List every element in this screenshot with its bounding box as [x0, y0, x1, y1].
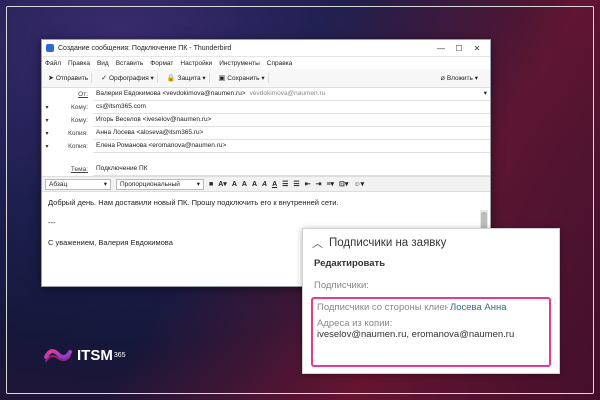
- font-select[interactable]: Пропорциональный ▾: [116, 178, 204, 190]
- menu-help[interactable]: Справка: [267, 60, 293, 67]
- to-field-2[interactable]: Игорь Веселов <iveselov@naumen.ru>: [93, 114, 490, 127]
- from-row: От: Валерия Евдокимова <vevdokimova@naum…: [42, 88, 490, 101]
- smaller-font-icon[interactable]: A: [232, 181, 237, 188]
- save-button[interactable]: ▣ Сохранить ▾: [216, 73, 269, 83]
- menu-file[interactable]: Файл: [45, 60, 61, 67]
- close-button[interactable]: ✕: [468, 44, 486, 53]
- font-size-icon[interactable]: A▾: [218, 180, 227, 188]
- chevron-down-icon: ▾: [472, 75, 478, 82]
- client-subscribers-label: Подписчики со стороны клиента:: [317, 302, 463, 313]
- outdent-icon[interactable]: ⇤: [305, 180, 311, 188]
- from-value: Валерия Евдокимова <vevdokimova@naumen.r…: [96, 90, 246, 97]
- minimize-button[interactable]: —: [432, 44, 450, 53]
- insert-icon[interactable]: ⊡▾: [339, 180, 348, 188]
- chevron-down-icon[interactable]: ▾: [42, 130, 52, 137]
- text-color-icon[interactable]: ■: [209, 181, 213, 188]
- to-field-1[interactable]: cs@itsm365.com: [93, 101, 490, 114]
- chevron-down-icon[interactable]: ▾: [42, 117, 52, 124]
- toolbar: ➤ Отправить ✓ Орфография ▾ 🔒 Защита ▾ ▣ …: [42, 69, 490, 88]
- window-title: Создание сообщения: Подключение ПК - Thu…: [58, 44, 232, 52]
- chevron-up-icon[interactable]: ︿: [312, 235, 323, 251]
- save-icon: ▣: [218, 75, 226, 82]
- subscribers-panel: ︿ Подписчики на заявку Редактировать Под…: [302, 228, 560, 374]
- send-icon: ➤: [48, 75, 54, 82]
- chevron-down-icon[interactable]: ▾: [42, 104, 52, 111]
- cc-label: Копия:: [68, 143, 88, 150]
- bullet-list-icon[interactable]: ☰: [282, 180, 288, 188]
- underline-icon[interactable]: A: [272, 181, 277, 188]
- panel-header[interactable]: ︿ Подписчики на заявку: [303, 229, 559, 251]
- spelling-button[interactable]: ✓ Орфография ▾: [98, 73, 158, 83]
- align-icon[interactable]: ≡▾: [326, 180, 334, 188]
- cc-label: Копия:: [68, 130, 88, 137]
- title-bar: Создание сообщения: Подключение ПК - Thu…: [42, 40, 490, 57]
- edit-link[interactable]: Редактировать: [303, 251, 559, 269]
- indent-icon[interactable]: ⇥: [316, 180, 322, 188]
- menu-format[interactable]: Формат: [150, 60, 173, 67]
- numbered-list-icon[interactable]: ☰: [293, 180, 299, 188]
- to-label: Кому:: [71, 117, 88, 124]
- cc-row-1: ▾ Копия: Анна Лосева <aloseva@itsm365.ru…: [42, 127, 490, 140]
- menu-edit[interactable]: Правка: [68, 60, 90, 67]
- italic-icon[interactable]: A: [262, 181, 267, 188]
- chevron-down-icon: ▾: [200, 75, 206, 82]
- chevron-down-icon: ▾: [196, 180, 200, 188]
- from-label: От:: [78, 91, 88, 98]
- body-line-1: Добрый день. Нам доставили новый ПК. Про…: [48, 198, 339, 207]
- menu-bar: Файл Правка Вид Вставить Формат Настройк…: [42, 57, 490, 69]
- chevron-down-icon: ▾: [259, 75, 265, 82]
- logo-mark-icon: [43, 345, 73, 365]
- to-row-2: ▾ Кому: Игорь Веселов <iveselov@naumen.r…: [42, 114, 490, 127]
- cc-field-2[interactable]: Елена Романова <eromanova@naumen.ru>: [93, 140, 490, 153]
- logo-text: ITSM: [77, 346, 113, 364]
- maximize-button[interactable]: ☐: [450, 44, 468, 53]
- bold-icon[interactable]: A: [252, 181, 257, 188]
- itsm365-logo: ITSM 365: [43, 345, 126, 365]
- menu-insert[interactable]: Вставить: [116, 60, 144, 67]
- save-label: Сохранить: [227, 74, 260, 82]
- subject-field[interactable]: Подключение ПК: [93, 163, 490, 176]
- font-select-value: Пропорциональный: [120, 180, 180, 188]
- send-button[interactable]: ➤ Отправить: [45, 73, 93, 83]
- paragraph-select-value: Абзац: [49, 180, 68, 188]
- larger-font-icon[interactable]: A: [242, 181, 247, 188]
- spelling-label: Орфография: [108, 74, 149, 82]
- menu-settings[interactable]: Настройки: [180, 60, 212, 67]
- paragraph-select[interactable]: Абзац ▾: [45, 178, 111, 190]
- cc-field-1[interactable]: Анна Лосева <aloseva@itsm365.ru>: [93, 127, 490, 140]
- format-toolbar: Абзац ▾ Пропорциональный ▾ ■ A▾ A A A A …: [42, 176, 490, 192]
- send-label: Отправить: [55, 74, 89, 82]
- subject-row: Тема: Подключение ПК: [42, 162, 490, 176]
- chevron-down-icon: ▾: [148, 75, 154, 82]
- security-button[interactable]: 🔒 Защита ▾: [164, 73, 210, 83]
- copy-addresses-label: Адреса из копии:: [317, 318, 393, 329]
- client-subscribers-row: Подписчики со стороны клиента:: [317, 302, 545, 313]
- menu-tools[interactable]: Инструменты: [219, 60, 260, 67]
- copy-addresses-value: iveselov@naumen.ru, eromanova@naumen.ru: [317, 329, 515, 340]
- chevron-down-icon: ▾: [103, 180, 107, 188]
- to-row-1: ▾ Кому: cs@itsm365.com: [42, 101, 490, 114]
- emoji-icon[interactable]: ☺▾: [353, 180, 364, 188]
- security-label: Защита: [177, 74, 201, 82]
- to-label: Кому:: [71, 104, 88, 111]
- logo-superscript: 365: [113, 351, 126, 359]
- thunderbird-icon: [46, 44, 54, 52]
- from-field[interactable]: Валерия Евдокимова <vevdokimova@naumen.r…: [93, 88, 490, 101]
- attach-button[interactable]: ⌀ Вложить ▾: [438, 73, 481, 83]
- panel-title: Подписчики на заявку: [329, 237, 447, 249]
- chevron-down-icon[interactable]: ▾: [484, 88, 487, 100]
- paperclip-icon: ⌀: [440, 75, 445, 82]
- spellcheck-icon: ✓: [101, 75, 107, 82]
- highlight-box: Подписчики со стороны клиента: Адреса из…: [311, 297, 551, 367]
- attach-label: Вложить: [446, 74, 473, 82]
- body-signature-separator: ---: [48, 218, 56, 227]
- client-subscriber-link[interactable]: Лосева Анна: [448, 302, 507, 313]
- menu-view[interactable]: Вид: [97, 60, 109, 67]
- lock-icon: 🔒: [166, 75, 176, 82]
- chevron-down-icon[interactable]: ▾: [42, 143, 52, 150]
- from-extra: vevdokimova@naumen.ru: [249, 90, 326, 97]
- subscribers-label: Подписчики:: [314, 280, 369, 291]
- subject-label: Тема:: [70, 165, 88, 173]
- cc-row-2: ▾ Копия: Елена Романова <eromanova@naume…: [42, 140, 490, 153]
